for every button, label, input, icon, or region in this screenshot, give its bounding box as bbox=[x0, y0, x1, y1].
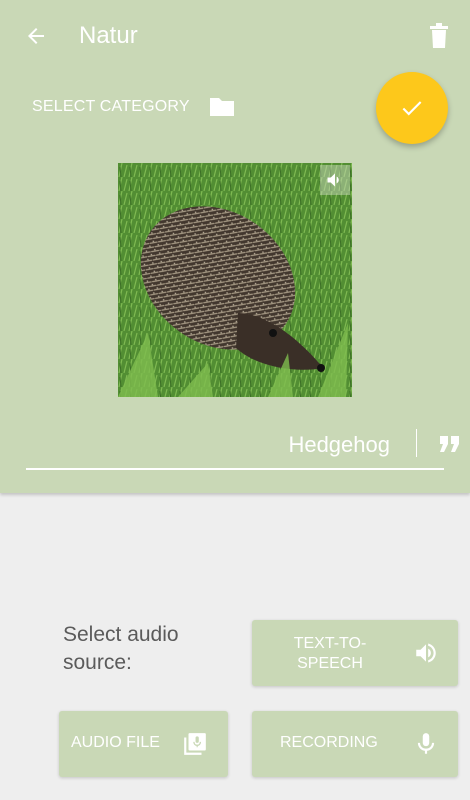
card-name-field[interactable]: Hedgehog bbox=[26, 422, 459, 470]
card-name-value[interactable]: Hedgehog bbox=[288, 432, 390, 458]
recording-label: RECORDING bbox=[280, 734, 378, 751]
confirm-button[interactable] bbox=[376, 72, 448, 144]
folder-icon bbox=[208, 95, 236, 119]
speaker-icon bbox=[412, 639, 440, 667]
select-category-label: SELECT CATEGORY bbox=[32, 98, 190, 115]
microphone-icon bbox=[412, 730, 440, 758]
quote-icon[interactable] bbox=[438, 434, 462, 454]
select-category-button[interactable]: SELECT CATEGORY bbox=[32, 92, 236, 122]
speaker-icon bbox=[327, 173, 339, 187]
text-cursor bbox=[416, 429, 417, 457]
trash-icon bbox=[430, 23, 448, 48]
text-to-speech-label: TEXT-TO-SPEECH bbox=[293, 635, 367, 672]
back-button[interactable] bbox=[20, 20, 52, 52]
audio-library-icon bbox=[181, 730, 209, 758]
hedgehog-photo bbox=[118, 163, 352, 397]
audio-source-label: Select audio source: bbox=[63, 623, 179, 674]
text-to-speech-button[interactable]: TEXT-TO-SPEECH bbox=[252, 620, 458, 686]
recording-button[interactable]: RECORDING bbox=[252, 711, 458, 777]
audio-file-button[interactable]: AUDIO FILE bbox=[59, 711, 228, 777]
edit-card-panel: Natur SELECT CATEGORY Hedgehog bbox=[0, 0, 470, 493]
card-image[interactable] bbox=[118, 163, 352, 397]
check-icon bbox=[402, 101, 422, 116]
page-title: Natur bbox=[79, 22, 138, 49]
play-sound-button[interactable] bbox=[320, 165, 350, 195]
arrow-left-icon bbox=[28, 28, 44, 44]
delete-button[interactable] bbox=[424, 20, 454, 52]
audio-file-label: AUDIO FILE bbox=[71, 734, 160, 751]
